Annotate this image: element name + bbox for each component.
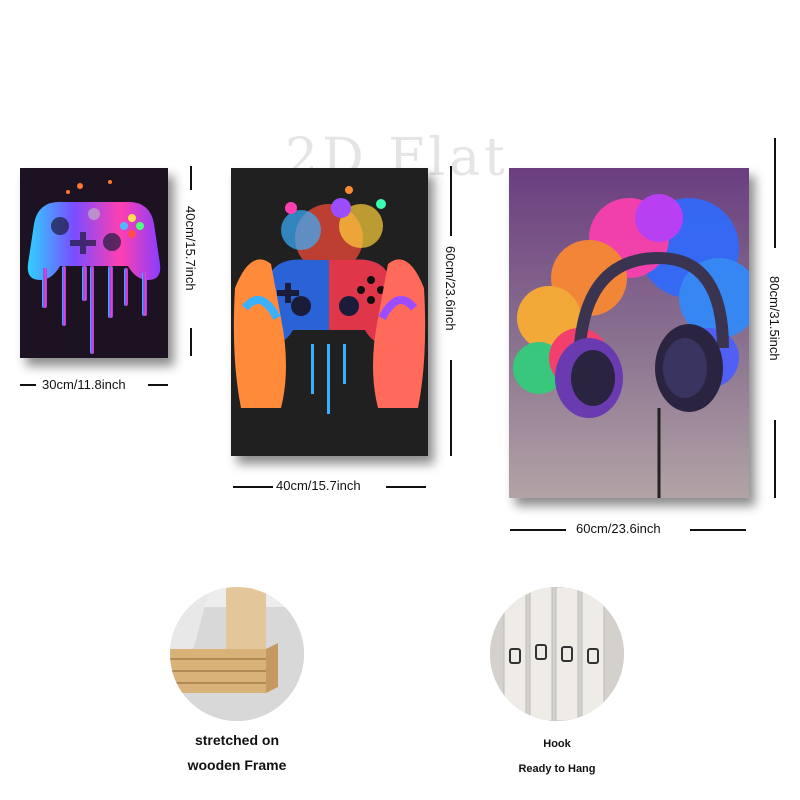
panel1-width-label: 30cm/11.8inch — [42, 377, 126, 392]
frame-caption-line2: wooden Frame — [187, 757, 287, 773]
panel2-height-line-top — [450, 166, 452, 236]
frame-caption-line1: stretched on — [194, 732, 279, 748]
panel2-width-line-right — [386, 486, 426, 488]
panel1-height-label: 40cm/15.7inch — [183, 206, 198, 291]
panel3-height-line-bottom — [774, 420, 776, 498]
panel1-width-line-right — [148, 384, 168, 386]
panel2-height-line-bottom — [450, 360, 452, 456]
hands-controller-panel — [231, 168, 428, 456]
headphones-smoke-panel — [509, 168, 749, 498]
hands-controller-art — [231, 168, 428, 456]
wooden-frame-art — [170, 587, 304, 721]
wooden-frame-image — [170, 587, 304, 721]
panel3-height-label: 80cm/31.5inch — [767, 276, 782, 361]
hook-art — [490, 587, 624, 721]
panel2-height-label: 60cm/23.6inch — [443, 246, 458, 331]
panel3-height-line-top — [774, 138, 776, 248]
panel1-width-line-left — [20, 384, 36, 386]
hook-caption-line1: Hook — [543, 738, 571, 750]
panel1-height-line-top — [190, 166, 192, 190]
hook-image — [490, 587, 624, 721]
controller-drip-art — [20, 168, 168, 358]
panel2-width-line-left — [233, 486, 273, 488]
panel2-width-label: 40cm/15.7inch — [276, 478, 361, 493]
controller-drip-panel — [20, 168, 168, 358]
hook-caption-line2: Ready to Hang — [518, 763, 596, 775]
panel3-width-label: 60cm/23.6inch — [576, 521, 661, 536]
headphones-smoke-art — [509, 168, 749, 498]
panel1-height-line-bottom — [190, 328, 192, 356]
panel3-width-line-left — [510, 529, 566, 531]
panel3-width-line-right — [690, 529, 746, 531]
